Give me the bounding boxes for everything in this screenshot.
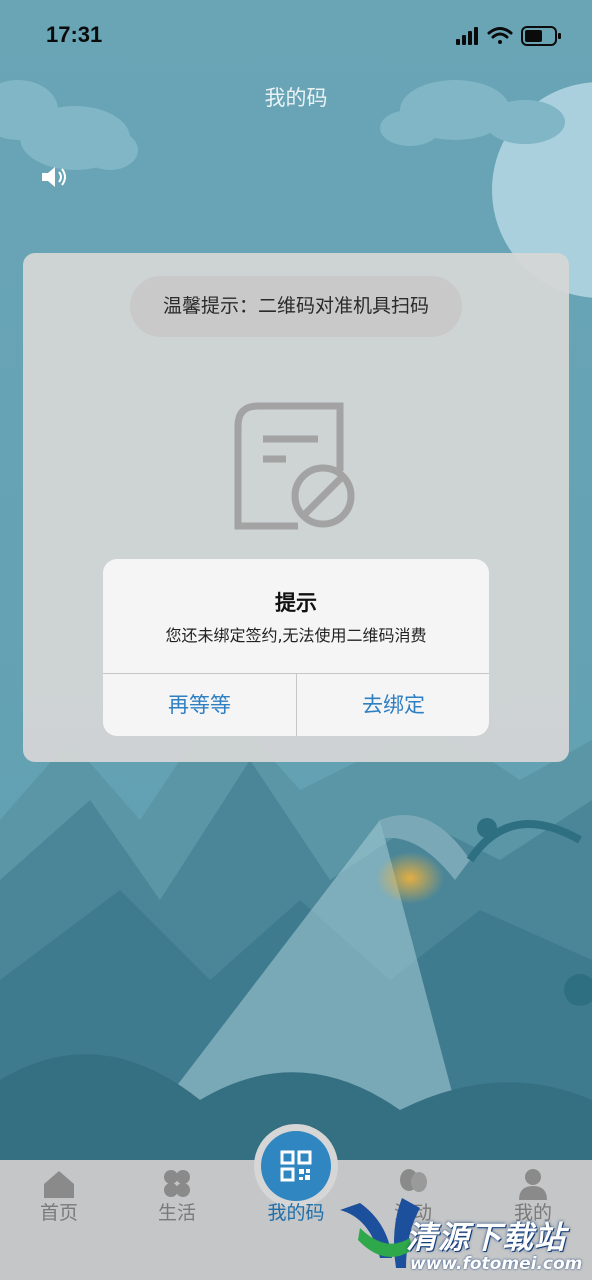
go-bind-button[interactable]: 去绑定: [297, 674, 489, 736]
status-icons: [456, 26, 561, 46]
battery-icon: [521, 26, 561, 46]
tab-label: 生活: [157, 1202, 196, 1224]
status-time: 17:31: [46, 22, 103, 47]
watermark-text: 清源下载站: [406, 1220, 566, 1256]
tab-my-code-label: 我的码: [267, 1202, 325, 1224]
balloon-icon: [400, 1169, 427, 1192]
tab-life[interactable]: 生活: [118, 1160, 236, 1280]
speaker-icon[interactable]: [40, 164, 70, 190]
qr-code-icon: [280, 1150, 312, 1182]
tab-home[interactable]: 首页: [0, 1160, 118, 1280]
tab-my-code[interactable]: [254, 1124, 338, 1208]
user-icon: [519, 1169, 547, 1200]
scan-tip: 温馨提示：二维码对准机具扫码: [130, 276, 462, 337]
alert-dialog: 提示 您还未绑定签约,无法使用二维码消费 再等等 去绑定: [103, 559, 489, 736]
tab-label: 首页: [39, 1202, 78, 1224]
document-disabled-icon: [234, 402, 355, 530]
qr-code-button-bg: [261, 1131, 331, 1201]
cellular-signal-icon: [456, 27, 478, 45]
wait-button[interactable]: 再等等: [103, 674, 296, 736]
dialog-message: 您还未绑定签约,无法使用二维码消费: [165, 626, 427, 645]
wifi-icon: [487, 27, 513, 44]
home-icon: [44, 1171, 74, 1198]
watermark-url: www.fotomei.com: [410, 1254, 583, 1274]
clover-icon: [164, 1170, 190, 1197]
page-title: 我的码: [264, 86, 328, 110]
dialog-title: 提示: [275, 591, 317, 615]
status-bar: 17:31: [0, 0, 592, 70]
